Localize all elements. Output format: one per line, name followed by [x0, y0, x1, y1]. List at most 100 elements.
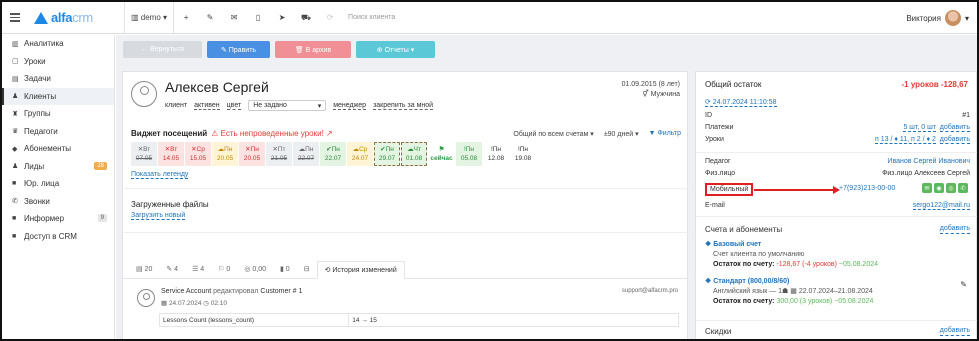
- top-bar: alfacrm ▥ demo ▾ + ✎ ✉ ▯ ➤ ⛟ ⟳ Поиск кли…: [2, 2, 977, 34]
- tab-comments[interactable]: ▤ 20: [129, 260, 159, 278]
- summary-balance: -1 уроков -128,67: [901, 80, 968, 89]
- accounts-header: Счета и абонементы добавить: [705, 225, 970, 234]
- lesson-tile[interactable]: ✕Пн 20.05: [239, 142, 265, 166]
- archive-button[interactable]: 🗑 В архив: [275, 41, 351, 58]
- summary-date[interactable]: ⟳ 24.07.2024 11:10:58: [705, 98, 777, 107]
- email-link[interactable]: sergo122@mail.ru: [912, 202, 970, 210]
- payments-row: Платежи 5 шт, 0 шт добавить: [705, 124, 970, 132]
- discounts-row: Скидки добавить: [705, 327, 970, 336]
- back-button[interactable]: ← Вернуться: [123, 41, 202, 58]
- mobile-icon[interactable]: ▯: [246, 2, 270, 34]
- add-account-link[interactable]: добавить: [939, 225, 970, 234]
- teacher-row: Педагог Иванов Сергей Иванович: [705, 158, 970, 165]
- manager-link[interactable]: менеджер: [333, 102, 367, 110]
- summary-card: Общий остаток -1 уроков -128,67 ⟳ 24.07.…: [695, 71, 977, 339]
- payments-count-link[interactable]: 5 шт, 0 шт: [903, 124, 936, 132]
- tab-tasks[interactable]: ☰ 4: [185, 260, 211, 278]
- lesson-tile[interactable]: !Пн 19.08: [510, 142, 536, 166]
- teacher-link[interactable]: Иванов Сергей Иванович: [887, 158, 970, 165]
- sidebar-item-teachers[interactable]: ♛ Педагоги: [2, 123, 114, 141]
- client-color[interactable]: цвет: [226, 102, 242, 110]
- call-icon[interactable]: ✆: [958, 183, 968, 193]
- logo[interactable]: alfacrm: [34, 10, 124, 25]
- mail-icon[interactable]: ✉: [222, 2, 246, 34]
- sidebar-item-tasks[interactable]: ▤ Задачи: [2, 70, 114, 88]
- sidebar-item-groups[interactable]: ♜ Группы: [2, 105, 114, 123]
- base-account-title[interactable]: ❖ Базовый счет: [705, 240, 878, 250]
- add-lesson-link[interactable]: добавить: [939, 136, 970, 144]
- sidebar-item-informer[interactable]: ■ Информер 9: [2, 210, 114, 228]
- visits-scope-select[interactable]: Общий по всем счетам ▾: [513, 130, 593, 138]
- mobile-phone-link[interactable]: +7(923)213-00-00: [839, 185, 895, 192]
- user-avatar: [944, 10, 961, 26]
- tools-icon[interactable]: ✎: [198, 2, 222, 34]
- user-menu[interactable]: Виктория ▾: [906, 2, 969, 34]
- lesson-tile[interactable]: ☁Ср 24.07: [347, 142, 373, 166]
- sidebar-item-legal-entities[interactable]: ■ Юр. лица: [2, 175, 114, 193]
- client-card: Алексев Сергей клиент активен цвет Не за…: [122, 71, 689, 339]
- sidebar-item-lessons[interactable]: ▢ Уроки: [2, 53, 114, 71]
- whatsapp-icon[interactable]: ◉: [934, 183, 944, 193]
- client-name: Алексев Сергей: [165, 79, 269, 95]
- edit-button[interactable]: ✎ Править: [207, 41, 270, 58]
- sidebar: ▥ Аналитика ▢ Уроки ▤ Задачи ♟ Клиенты ♜ Груп…: [2, 35, 115, 339]
- chevron-down-icon: ▾: [317, 102, 322, 110]
- lesson-tile[interactable]: ☁Пн 22.07: [293, 142, 319, 166]
- lesson-tile[interactable]: ✕Ср 15.05: [185, 142, 211, 166]
- assign-me-link[interactable]: закрепить за мной: [373, 102, 434, 110]
- sidebar-item-subscriptions[interactable]: ◆ Абонементы: [2, 140, 114, 158]
- edit-pencil-icon[interactable]: ✎: [960, 280, 967, 289]
- lesson-tile[interactable]: ✔Пн 29.07: [374, 142, 400, 166]
- search-input[interactable]: Поиск клиента: [348, 14, 648, 21]
- upload-file-link[interactable]: Загрузить новый: [131, 212, 186, 220]
- sidebar-item-analytics[interactable]: ▥ Аналитика: [2, 35, 114, 53]
- tab-lessons[interactable]: ▮ 0: [273, 260, 297, 278]
- cart-icon[interactable]: ⛟: [294, 2, 318, 34]
- tab-documents[interactable]: ⊟: [297, 260, 317, 278]
- branch-selector[interactable]: ▥ demo ▾: [125, 2, 173, 34]
- menu-icon[interactable]: [10, 13, 20, 22]
- phone-icon: ✆: [12, 198, 18, 206]
- sidebar-item-leads[interactable]: ♟ Лиды 28: [2, 158, 114, 176]
- annotation-arrow: [754, 186, 840, 194]
- tab-notes[interactable]: ✎ 4: [159, 260, 185, 278]
- lesson-tile[interactable]: ⚑ сейчас: [428, 142, 455, 166]
- lesson-tile[interactable]: !Пн 05.08: [456, 142, 482, 166]
- calendar-icon: ▢: [12, 58, 19, 66]
- client-type: клиент: [165, 102, 188, 109]
- logo-mark-icon: [34, 11, 48, 24]
- leads-icon: ♟: [12, 163, 19, 171]
- tab-flags[interactable]: ⚐ 0: [211, 260, 237, 278]
- reports-button[interactable]: ⊕ Отчеты ▾: [356, 41, 435, 58]
- visits-title: Виджет посещений: [131, 129, 208, 138]
- add-discount-link[interactable]: добавить: [939, 327, 970, 336]
- lesson-tile[interactable]: ✕Пт 21.05: [266, 142, 292, 166]
- add-payment-link[interactable]: добавить: [939, 124, 970, 132]
- lesson-tile[interactable]: !Пн 12.08: [483, 142, 509, 166]
- tabs-bar: ▤ 20 ✎ 4 ☰ 4 ⚐ 0 ◎ 0,00 ▮ 0 ⊟ ⟲ История …: [123, 257, 689, 279]
- lessons-count-link[interactable]: п 13 / ♦ 11, п 2 / ♦ 2: [875, 136, 936, 144]
- lesson-tile[interactable]: ☁Пн 20.05: [212, 142, 238, 166]
- show-legend-link[interactable]: Показать легенду: [131, 171, 189, 179]
- visits-filter-button[interactable]: ▼ Фильтр: [649, 130, 681, 138]
- client-status[interactable]: активен: [194, 102, 220, 110]
- sidebar-item-calls[interactable]: ✆ Звонки: [2, 193, 114, 211]
- sync-icon[interactable]: ⟳: [318, 2, 342, 34]
- viber-icon[interactable]: ◎: [946, 183, 956, 193]
- visits-period-select[interactable]: ±90 дней ▾: [604, 130, 639, 138]
- sidebar-item-crm-access[interactable]: ■ Доступ в CRM: [2, 228, 114, 246]
- lesson-tile[interactable]: ✔Пн 22.07: [320, 142, 346, 166]
- sidebar-item-clients[interactable]: ♟ Клиенты: [2, 87, 114, 105]
- lesson-tile[interactable]: ✕Вт 07.05: [131, 142, 157, 166]
- telegram-icon[interactable]: ➤: [270, 2, 294, 34]
- sms-icon[interactable]: ✉: [922, 183, 932, 193]
- client-tag-select[interactable]: Не задано ▾: [248, 100, 327, 111]
- lesson-tile[interactable]: ☁Чт 01.08: [401, 142, 427, 166]
- lesson-tile[interactable]: ✕Вт 14.05: [158, 142, 184, 166]
- standard-account-title[interactable]: ❖ Стандарт (800,00/8/60): [705, 277, 873, 287]
- add-icon[interactable]: +: [174, 2, 198, 34]
- tab-history[interactable]: ⟲ История изменений: [316, 261, 405, 279]
- tab-payments[interactable]: ◎ 0,00: [237, 260, 273, 278]
- lessons-row: Уроки п 13 / ♦ 11, п 2 / ♦ 2 добавить: [705, 136, 970, 144]
- unconducted-warning[interactable]: ⚠ Есть непроведенные уроки! ↗: [211, 129, 333, 138]
